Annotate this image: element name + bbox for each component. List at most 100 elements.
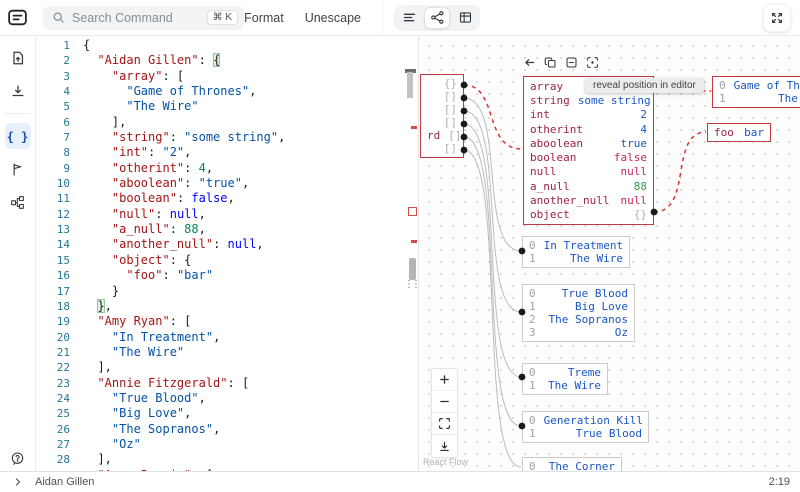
json-path-breadcrumb: Aidan Gillen [35, 476, 769, 488]
download-image-button[interactable] [432, 435, 457, 457]
treme-node[interactable]: 0Treme1The Wire [522, 363, 608, 395]
logo-icon [7, 7, 28, 28]
editor-code[interactable]: 1{2 "Aidan Gillen": {3 "array": [4 "Game… [36, 38, 418, 471]
editor-line[interactable]: 14 "another_null": null, [36, 237, 418, 252]
editor-line[interactable]: 5 "The Wire" [36, 99, 418, 114]
fullscreen-icon [770, 11, 784, 25]
aidan-gillen-node[interactable]: arraystringsome stringint2otherint4abool… [523, 76, 654, 225]
unescape-button[interactable]: Unescape [305, 11, 361, 25]
search-shortcut-chip: ⌘ K [207, 10, 238, 25]
cursor-position: 2:19 [769, 476, 800, 488]
zoom-in-icon [438, 373, 451, 386]
editor-line[interactable]: 10 "aboolean": "true", [36, 176, 418, 191]
graph-view[interactable]: {}[][][]rd[][]arraystringsome stringint2… [418, 36, 800, 471]
sidebar-button-help[interactable] [5, 445, 31, 471]
editor-toolbar: Search Command ⌘ K Format Unescape [35, 0, 382, 35]
json-editor[interactable]: 1{2 "Aidan Gillen": {3 "array": [4 "Game… [36, 36, 418, 471]
node-toolbar-focus-button[interactable] [586, 56, 599, 69]
editor-scrollbar[interactable] [407, 72, 413, 98]
view-option-align-left[interactable] [396, 7, 422, 29]
editor-line[interactable]: 27 "Oz" [36, 437, 418, 452]
zoom-out-button[interactable] [432, 391, 457, 413]
amy-ryan-node[interactable]: 0In Treatment1The Wire [522, 236, 630, 268]
editor-line[interactable]: 24 "True Blood", [36, 391, 418, 406]
line-number: 13 [36, 222, 83, 237]
editor-line[interactable]: 2 "Aidan Gillen": { [36, 53, 418, 68]
editor-line[interactable]: 29 "Anna Paquin": [ [36, 468, 418, 471]
editor-line[interactable]: 1{ [36, 38, 418, 53]
editor-line[interactable]: 25 "Big Love", [36, 406, 418, 421]
line-number: 2 [36, 53, 83, 68]
line-number: 16 [36, 268, 83, 283]
editor-line[interactable]: 4 "Game of Thrones", [36, 84, 418, 99]
sidebar-button-curly-braces[interactable]: { } [5, 123, 31, 149]
editor-line[interactable]: 16 "foo": "bar" [36, 268, 418, 283]
sidebar-button-download[interactable] [5, 78, 31, 104]
table-icon [458, 10, 473, 25]
zoom-in-button[interactable] [432, 369, 457, 391]
editor-line[interactable]: 7 "string": "some string", [36, 130, 418, 145]
chevron-right-icon[interactable] [0, 476, 35, 488]
editor-line[interactable]: 26 "The Sopranos", [36, 422, 418, 437]
fullscreen-button[interactable] [763, 4, 791, 32]
editor-line[interactable]: 18 }, [36, 299, 418, 314]
sidebar-button-flag[interactable] [5, 156, 31, 182]
node-toolbar-collapse-button[interactable] [565, 56, 578, 69]
line-number: 22 [36, 360, 83, 375]
app-logo[interactable] [0, 7, 35, 28]
panel-splitter-handle[interactable] [409, 258, 416, 280]
generation-kill-node[interactable]: 0Generation Kill1True Blood [522, 411, 649, 443]
editor-line[interactable]: 20 "In Treatment", [36, 330, 418, 345]
fit-view-button[interactable] [432, 413, 457, 435]
node-row: 1The Wire [523, 379, 607, 392]
node-row: 1Big Love [523, 300, 634, 313]
node-row: stringsome string [524, 93, 653, 107]
editor-line[interactable]: 17 } [36, 284, 418, 299]
focus-icon [586, 56, 599, 69]
top-toolbar: Search Command ⌘ K Format Unescape [0, 0, 800, 36]
curly-braces-icon: { } [7, 129, 29, 144]
view-option-graph[interactable] [424, 7, 450, 29]
the-corner-node[interactable]: 0The Corner [522, 457, 622, 471]
editor-line[interactable]: 15 "object": { [36, 253, 418, 268]
node-row: foobar [708, 126, 770, 139]
editor-line[interactable]: 28 ], [36, 452, 418, 467]
foo-bar-node[interactable]: foobar [707, 123, 771, 142]
editor-line[interactable]: 23 "Annie Fitzgerald": [ [36, 376, 418, 391]
format-button[interactable]: Format [244, 11, 284, 25]
editor-line[interactable]: 21 "The Wire" [36, 345, 418, 360]
left-sidebar: { } [0, 36, 36, 471]
editor-line[interactable]: 13 "a_null": 88, [36, 222, 418, 237]
editor-line[interactable]: 3 "array": [ [36, 69, 418, 84]
splitter-grip-icon[interactable]: ⋮⋮ [404, 279, 418, 290]
zoom-out-icon [438, 395, 451, 408]
search-command-box[interactable]: Search Command ⌘ K [43, 6, 244, 30]
node-toolbar-arrow-left-button[interactable] [523, 56, 536, 69]
editor-line[interactable]: 19 "Amy Ryan": [ [36, 314, 418, 329]
line-number: 15 [36, 253, 83, 268]
node-toolbar-copy-button[interactable] [544, 56, 557, 69]
editor-line[interactable]: 12 "null": null, [36, 207, 418, 222]
annie-fitzgerald-node[interactable]: 0True Blood1Big Love2The Sopranos3Oz [522, 284, 635, 342]
node-row: {} [421, 77, 463, 90]
graph-icon [430, 10, 445, 25]
upload-file-icon [10, 50, 26, 66]
editor-line[interactable]: 8 "int": "2", [36, 145, 418, 160]
editor-line[interactable]: 22 ], [36, 360, 418, 375]
node-row: [] [421, 116, 463, 129]
game-of-thrones-node[interactable]: 0Game of Thrones1The Wire [712, 76, 800, 108]
app-root: Search Command ⌘ K Format Unescape { } 1… [0, 0, 800, 492]
editor-line[interactable]: 6 ], [36, 115, 418, 130]
root-node[interactable]: {}[][][]rd[][] [420, 74, 464, 158]
view-option-table[interactable] [452, 7, 478, 29]
overview-ruler-mark [411, 126, 417, 129]
line-number: 24 [36, 391, 83, 406]
sidebar-divider [5, 113, 31, 114]
sidebar-button-hierarchy[interactable] [5, 189, 31, 215]
editor-line[interactable]: 9 "otherint": 4, [36, 161, 418, 176]
sidebar-button-upload-file[interactable] [5, 45, 31, 71]
editor-line[interactable]: 11 "boolean": false, [36, 191, 418, 206]
node-row: 0Game of Thrones [713, 79, 800, 92]
node-row: 0True Blood [523, 287, 634, 300]
copy-icon [544, 56, 557, 69]
